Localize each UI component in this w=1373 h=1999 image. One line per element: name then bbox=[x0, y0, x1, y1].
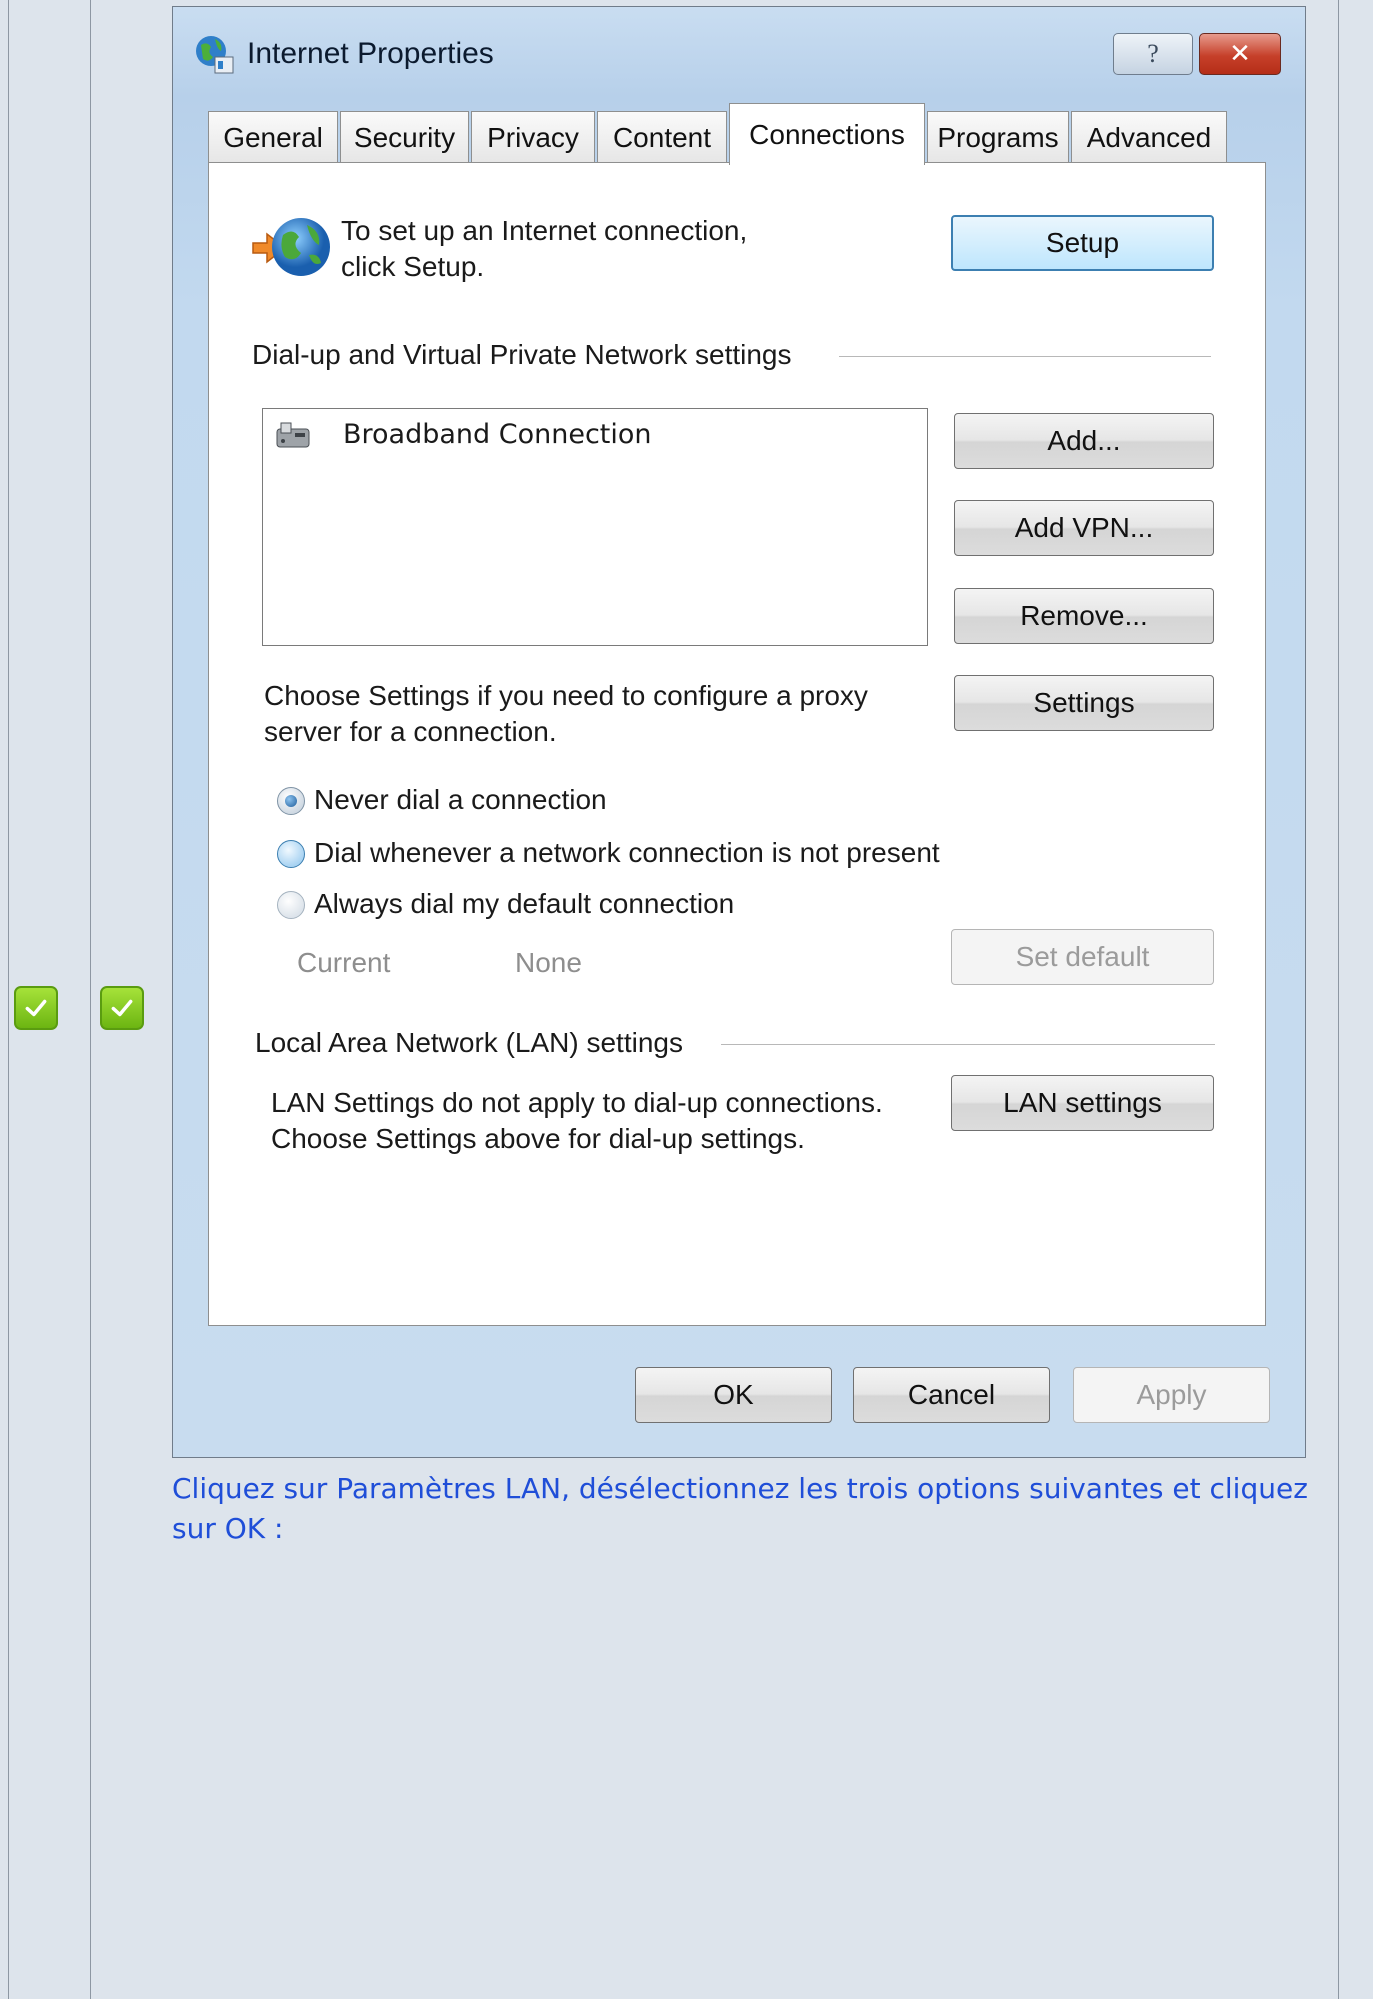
current-value: None bbox=[515, 947, 582, 978]
lan-section-divider bbox=[721, 1044, 1215, 1045]
radio-never-dial-label[interactable]: Never dial a connection bbox=[314, 782, 607, 818]
radio-always-dial[interactable] bbox=[277, 891, 305, 919]
radio-always-dial-label[interactable]: Always dial my default connection bbox=[314, 886, 734, 922]
radio-dial-whenever[interactable] bbox=[277, 840, 305, 868]
current-label: Current bbox=[297, 947, 391, 978]
tab-connections[interactable]: Connections bbox=[729, 103, 925, 165]
lan-settings-button[interactable]: LAN settings bbox=[951, 1075, 1214, 1131]
internet-properties-dialog: Internet Properties ? ✕ General Security… bbox=[172, 6, 1306, 1458]
check-icon[interactable] bbox=[100, 986, 144, 1030]
ok-button[interactable]: OK bbox=[635, 1367, 832, 1423]
check-icon[interactable] bbox=[14, 986, 58, 1030]
settings-button[interactable]: Settings bbox=[954, 675, 1214, 731]
tab-security[interactable]: Security bbox=[340, 111, 469, 163]
add-vpn-button[interactable]: Add VPN... bbox=[954, 500, 1214, 556]
cancel-button[interactable]: Cancel bbox=[853, 1367, 1050, 1423]
radio-never-dial[interactable] bbox=[277, 787, 305, 815]
remove-button[interactable]: Remove... bbox=[954, 588, 1214, 644]
lan-text-line-2: Choose Settings above for dial-up settin… bbox=[271, 1123, 805, 1154]
help-button[interactable]: ? bbox=[1113, 33, 1193, 75]
connections-panel: To set up an Internet connection, click … bbox=[208, 162, 1266, 1326]
title-bar: Internet Properties ? ✕ bbox=[173, 7, 1305, 102]
dialup-section-divider bbox=[839, 356, 1211, 357]
proxy-text: Choose Settings if you need to configure… bbox=[264, 680, 868, 747]
column-divider-right bbox=[1338, 0, 1339, 1999]
column-divider-left bbox=[8, 0, 9, 1999]
connection-item[interactable]: Broadband Connection bbox=[343, 417, 652, 453]
apply-button[interactable]: Apply bbox=[1073, 1367, 1270, 1423]
modem-icon bbox=[276, 422, 310, 448]
radio-dial-whenever-label[interactable]: Dial whenever a network connection is no… bbox=[314, 835, 940, 871]
set-default-button[interactable]: Set default bbox=[951, 929, 1214, 985]
column-divider-middle bbox=[90, 0, 91, 1999]
lan-text-line-1: LAN Settings do not apply to dial-up con… bbox=[271, 1087, 883, 1118]
dialup-section-heading: Dial-up and Virtual Private Network sett… bbox=[252, 339, 792, 370]
instruction-caption: Cliquez sur Paramètres LAN, désélectionn… bbox=[172, 1472, 1308, 1545]
globe-icon bbox=[272, 218, 330, 276]
connection-list[interactable]: Broadband Connection bbox=[262, 408, 928, 646]
tab-content[interactable]: Content bbox=[597, 111, 727, 163]
globe-icon bbox=[196, 36, 234, 74]
add-button[interactable]: Add... bbox=[954, 413, 1214, 469]
window-title: Internet Properties bbox=[247, 37, 494, 70]
close-button[interactable]: ✕ bbox=[1199, 33, 1281, 75]
lan-section-heading: Local Area Network (LAN) settings bbox=[255, 1027, 683, 1058]
tab-general[interactable]: General bbox=[208, 111, 338, 163]
setup-button[interactable]: Setup bbox=[951, 215, 1214, 271]
tab-advanced[interactable]: Advanced bbox=[1071, 111, 1227, 163]
tab-programs[interactable]: Programs bbox=[927, 111, 1069, 163]
setup-text: To set up an Internet connection, click … bbox=[341, 215, 748, 282]
tab-privacy[interactable]: Privacy bbox=[471, 111, 595, 163]
